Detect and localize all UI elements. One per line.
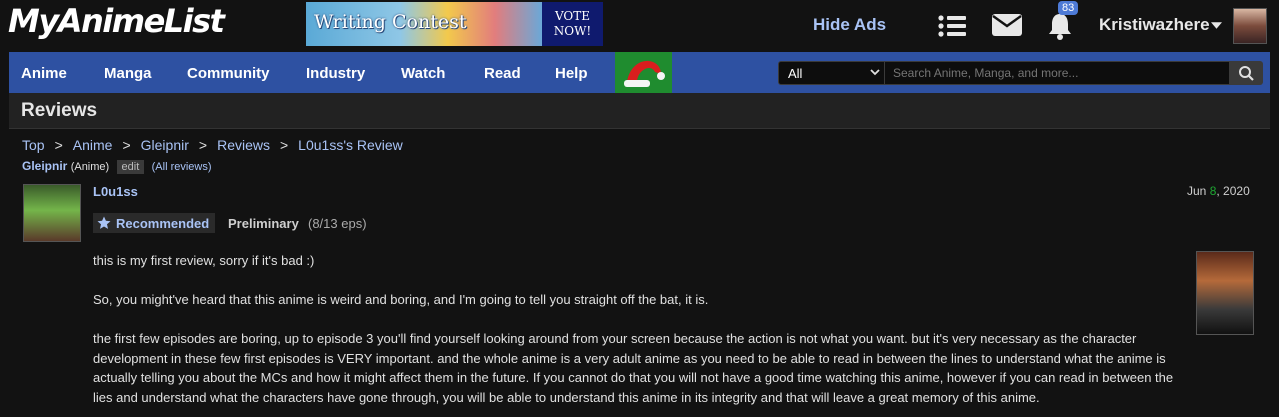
user-avatar[interactable]	[1233, 8, 1267, 44]
star-icon	[97, 216, 111, 229]
episode-progress: (8/13 eps)	[308, 216, 367, 231]
banner-title: Writing Contest	[314, 11, 467, 33]
username-menu[interactable]: Kristiwazhere	[1099, 15, 1210, 35]
top-header: MyAnimeList Writing Contest VOTE NOW! Hi…	[0, 0, 1279, 52]
contest-banner[interactable]: Writing Contest VOTE NOW!	[306, 2, 603, 46]
nav-help[interactable]: Help	[555, 65, 588, 82]
santa-hat-button[interactable]	[615, 52, 672, 93]
review-paragraph: this is my first review, sorry if it's b…	[93, 253, 315, 268]
reviewer-name[interactable]: L0u1ss	[93, 184, 138, 199]
site-logo[interactable]: MyAnimeList	[8, 2, 225, 40]
search-input[interactable]	[885, 61, 1230, 85]
nav-community[interactable]: Community	[187, 65, 270, 82]
page-title: Reviews	[21, 100, 98, 121]
breadcrumb-current[interactable]: L0u1ss's Review	[298, 137, 403, 153]
nav-industry[interactable]: Industry	[306, 65, 365, 82]
breadcrumb-separator: >	[54, 137, 63, 153]
anime-type: (Anime)	[70, 161, 110, 173]
anime-cover-image[interactable]	[1196, 251, 1254, 335]
nav-anime[interactable]: Anime	[21, 65, 67, 82]
reviewer-avatar[interactable]	[23, 184, 81, 242]
date-suffix: , 2020	[1216, 184, 1250, 198]
nav-watch[interactable]: Watch	[401, 65, 445, 82]
bell-icon[interactable]	[1046, 12, 1074, 40]
notification-badge: 83	[1058, 1, 1079, 15]
anime-title-link[interactable]: Gleipnir	[22, 159, 67, 173]
mail-icon[interactable]	[992, 14, 1022, 36]
nav-manga[interactable]: Manga	[104, 65, 152, 82]
banner-art[interactable]: Writing Contest	[306, 2, 542, 46]
main-nav: Anime Manga Community Industry Watch Rea…	[9, 52, 1270, 93]
list-icon[interactable]	[938, 14, 966, 38]
anime-info: Gleipnir (Anime) edit (All reviews)	[22, 159, 212, 174]
vote-now-button[interactable]: VOTE NOW!	[542, 2, 603, 46]
recommended-tag: Recommended	[93, 213, 216, 233]
breadcrumb-separator: >	[122, 137, 131, 153]
preliminary-label: Preliminary	[228, 216, 299, 231]
review-text: this is my first review, sorry if it's b…	[93, 251, 1183, 417]
all-reviews-link[interactable]: (All reviews)	[152, 161, 212, 173]
review-date: Jun 8, 2020	[1187, 184, 1250, 198]
breadcrumb-separator: >	[279, 137, 289, 153]
breadcrumb-top[interactable]: Top	[22, 137, 45, 153]
page-title-bar: Reviews	[9, 93, 1270, 129]
recommended-label: Recommended	[116, 215, 210, 231]
search-button[interactable]	[1230, 61, 1263, 85]
nav-read[interactable]: Read	[484, 65, 521, 82]
search-icon	[1239, 66, 1254, 81]
review-content: Top > Anime > Gleipnir > Reviews > L0u1ss's Revi…	[9, 129, 1270, 417]
vote-now-label: VOTE NOW!	[553, 9, 592, 38]
review-paragraph: So, you might've heard that this anime i…	[93, 292, 709, 307]
review-paragraph: the first few episodes are boring, up to…	[93, 331, 1174, 405]
breadcrumb: Top > Anime > Gleipnir > Reviews > L0u1ss's Revi…	[22, 137, 403, 153]
caret-down-icon[interactable]	[1211, 22, 1222, 29]
santa-hat-icon	[624, 60, 665, 87]
breadcrumb-reviews[interactable]: Reviews	[217, 137, 270, 153]
hide-ads-link[interactable]: Hide Ads	[813, 15, 886, 35]
breadcrumb-gleipnir[interactable]: Gleipnir	[141, 137, 189, 153]
edit-button[interactable]: edit	[116, 160, 145, 174]
chevron-down-icon	[870, 69, 880, 76]
date-prefix: Jun	[1187, 184, 1210, 198]
breadcrumb-anime[interactable]: Anime	[73, 137, 113, 153]
breadcrumb-separator: >	[198, 137, 208, 153]
